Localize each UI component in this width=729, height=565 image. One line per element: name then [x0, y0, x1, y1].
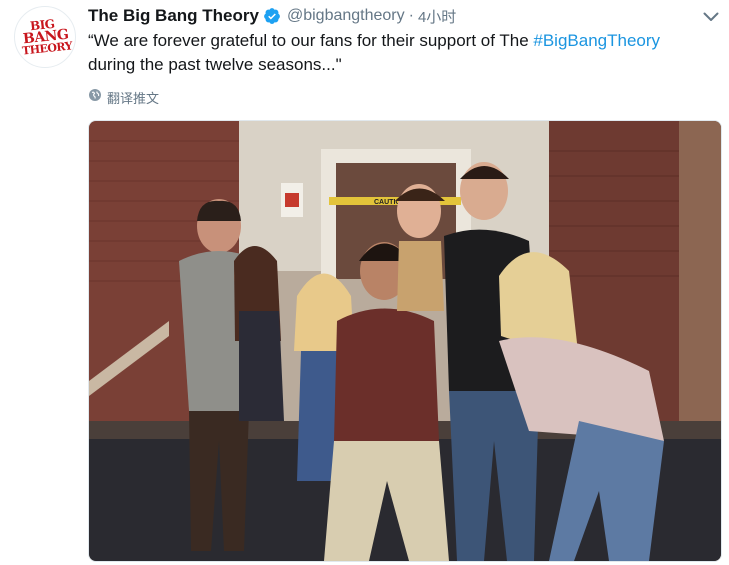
globe-icon: [88, 88, 102, 107]
translate-tweet-button[interactable]: 翻译推文: [88, 88, 159, 106]
tweet-text: “We are forever grateful to our fans for…: [88, 29, 708, 77]
hashtag-link[interactable]: #BigBangTheory: [533, 31, 660, 50]
tweet-text-part1: “We are forever grateful to our fans for…: [88, 31, 534, 50]
avatar-logo-line3: THEORY: [21, 39, 73, 58]
chevron-down-icon[interactable]: [700, 6, 722, 28]
verified-badge-icon: [263, 7, 281, 25]
tweet-photo[interactable]: CAUTION: [88, 120, 722, 562]
author-handle[interactable]: @bigbangtheory: [287, 7, 405, 25]
avatar[interactable]: BIG BANG THEORY: [14, 6, 76, 68]
translate-label: 翻译推文: [107, 90, 160, 106]
tweet-header: The Big Bang Theory @bigbangtheory · 4小时: [88, 4, 456, 28]
author-name[interactable]: The Big Bang Theory: [88, 6, 259, 26]
meta-separator: ·: [408, 7, 414, 24]
tweet-text-part2: during the past twelve seasons...": [88, 55, 342, 74]
tweet-timestamp[interactable]: 4小时: [418, 6, 456, 27]
